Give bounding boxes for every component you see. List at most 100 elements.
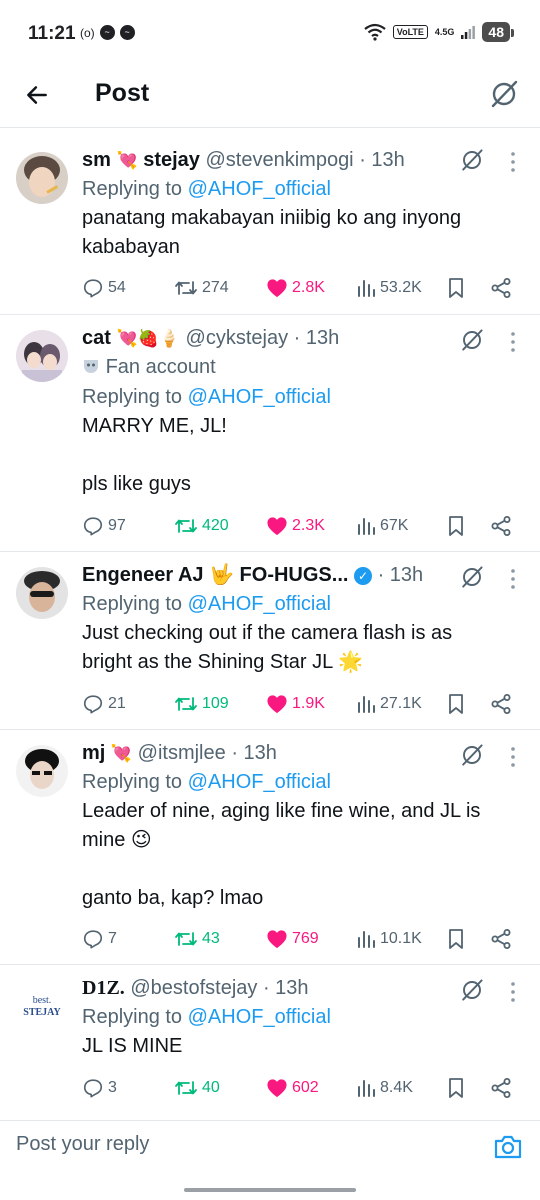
replying-to: Replying to @AHOF_official xyxy=(82,771,331,793)
share-button[interactable] xyxy=(490,1073,512,1103)
grok-button[interactable] xyxy=(460,978,484,1007)
camera-button[interactable] xyxy=(492,1131,524,1163)
views-button[interactable]: 10.1K xyxy=(356,924,422,954)
share-icon xyxy=(491,1078,511,1098)
avatar[interactable] xyxy=(16,567,68,619)
reply-icon xyxy=(83,517,103,536)
more-vertical-icon xyxy=(511,747,515,767)
bookmark-button[interactable] xyxy=(446,511,466,541)
display-name[interactable]: mj xyxy=(82,742,105,764)
svg-text:STEJAY: STEJAY xyxy=(23,1007,61,1018)
reply-item[interactable]: mj 💘 @itsmjlee · 13h Replying to @AHOF_o… xyxy=(0,730,540,965)
display-name[interactable]: sm xyxy=(82,149,111,171)
share-button[interactable] xyxy=(490,689,512,719)
more-vertical-icon xyxy=(511,332,515,352)
back-button[interactable] xyxy=(18,76,56,114)
status-left-icons: (o) ~ ~ xyxy=(80,25,135,40)
retweet-button[interactable]: 109 xyxy=(174,689,229,719)
mention-link[interactable]: @AHOF_official xyxy=(188,771,331,793)
views-button[interactable]: 8.4K xyxy=(356,1073,413,1103)
views-button[interactable]: 67K xyxy=(356,511,408,541)
heart-filled-icon xyxy=(267,1079,287,1098)
grok-button[interactable] xyxy=(460,148,484,177)
reply-header: mj 💘 @itsmjlee · 13h xyxy=(82,739,522,767)
share-icon xyxy=(491,694,511,714)
bookmark-icon xyxy=(449,929,463,949)
wifi-icon xyxy=(364,23,386,41)
like-count: 2.3K xyxy=(292,517,325,534)
like-button[interactable]: 2.3K xyxy=(266,511,325,541)
share-button[interactable] xyxy=(490,273,512,303)
network-type: 4.5G xyxy=(434,26,455,37)
share-button[interactable] xyxy=(490,924,512,954)
reply-button[interactable]: 7 xyxy=(82,924,117,954)
reply-input[interactable]: Post your reply xyxy=(16,1133,149,1156)
avatar[interactable] xyxy=(16,745,68,797)
bookmark-button[interactable] xyxy=(446,689,466,719)
handle[interactable]: @stevenkimpogi xyxy=(205,149,353,171)
mention-link[interactable]: @AHOF_official xyxy=(188,1006,331,1028)
grok-button[interactable] xyxy=(484,74,524,114)
like-button[interactable]: 602 xyxy=(266,1073,319,1103)
reply-count: 54 xyxy=(108,279,126,296)
like-count: 1.9K xyxy=(292,695,325,712)
reply-item[interactable]: cat 💘🍓🍦 @cykstejay · 13h Fan account Rep… xyxy=(0,315,540,552)
reply-button[interactable]: 21 xyxy=(82,689,126,719)
bookmark-button[interactable] xyxy=(446,1073,466,1103)
mention-link[interactable]: @AHOF_official xyxy=(188,386,331,408)
grok-button[interactable] xyxy=(460,328,484,357)
retweet-button[interactable]: 420 xyxy=(174,511,229,541)
views-button[interactable]: 53.2K xyxy=(356,273,422,303)
handle[interactable]: @bestofstejay xyxy=(130,977,257,999)
retweet-count: 43 xyxy=(202,930,220,947)
grok-button[interactable] xyxy=(460,565,484,594)
reply-button[interactable]: 3 xyxy=(82,1073,117,1103)
messenger-icon: ~ xyxy=(99,25,115,40)
views-icon xyxy=(358,696,375,713)
heart-filled-icon xyxy=(267,279,287,298)
like-button[interactable]: 2.8K xyxy=(266,273,325,303)
avatar[interactable] xyxy=(16,152,68,204)
bookmark-button[interactable] xyxy=(446,924,466,954)
mention-link[interactable]: @AHOF_official xyxy=(188,593,331,615)
handle[interactable]: @cykstejay xyxy=(186,327,289,349)
home-indicator[interactable] xyxy=(184,1188,356,1192)
heart-filled-icon xyxy=(267,517,287,536)
reply-item[interactable]: Engeneer AJ 🤟 FO-HUGS... ✓ · 13h Replyin… xyxy=(0,552,540,730)
like-button[interactable]: 1.9K xyxy=(266,689,325,719)
grok-icon xyxy=(462,566,483,588)
display-name-suffix[interactable]: stejay xyxy=(143,149,200,171)
view-count: 67K xyxy=(380,517,409,534)
share-button[interactable] xyxy=(490,511,512,541)
display-name[interactable]: cat xyxy=(82,327,111,349)
avatar[interactable] xyxy=(16,330,68,382)
view-count: 8.4K xyxy=(380,1079,413,1096)
reply-item[interactable]: sm 💘 stejay @stevenkimpogi · 13h Replyin… xyxy=(0,129,540,315)
avatar[interactable]: best. STEJAY xyxy=(16,980,68,1032)
more-options-button[interactable] xyxy=(506,980,520,1004)
handle[interactable]: @itsmjlee xyxy=(138,742,226,764)
grok-button[interactable] xyxy=(460,743,484,772)
status-right-icons: VoLTE 4.5G 48 xyxy=(364,22,514,42)
more-options-button[interactable] xyxy=(506,567,520,591)
views-button[interactable]: 27.1K xyxy=(356,689,422,719)
status-time: 11:21 xyxy=(28,23,76,44)
retweet-button[interactable]: 40 xyxy=(174,1073,220,1103)
reply-button[interactable]: 97 xyxy=(82,511,126,541)
mention-link[interactable]: @AHOF_official xyxy=(188,178,331,200)
display-name[interactable]: D1Z. xyxy=(82,977,125,999)
reply-count: 21 xyxy=(108,695,126,712)
retweet-button[interactable]: 274 xyxy=(174,273,229,303)
more-options-button[interactable] xyxy=(506,330,520,354)
verified-badge-icon: ✓ xyxy=(354,567,372,585)
display-name[interactable]: Engeneer AJ 🤟 FO-HUGS... xyxy=(82,564,348,586)
retweet-button[interactable]: 43 xyxy=(174,924,220,954)
more-options-button[interactable] xyxy=(506,150,520,174)
more-options-button[interactable] xyxy=(506,745,520,769)
like-button[interactable]: 769 xyxy=(266,924,319,954)
bookmark-button[interactable] xyxy=(446,273,466,303)
reply-button[interactable]: 54 xyxy=(82,273,126,303)
nfc-icon: (o) xyxy=(80,25,95,40)
action-bar: 7 43 769 10.1K xyxy=(82,924,522,954)
reply-item[interactable]: best. STEJAY D1Z. @bestofstejay · 13h Re… xyxy=(0,965,540,1119)
